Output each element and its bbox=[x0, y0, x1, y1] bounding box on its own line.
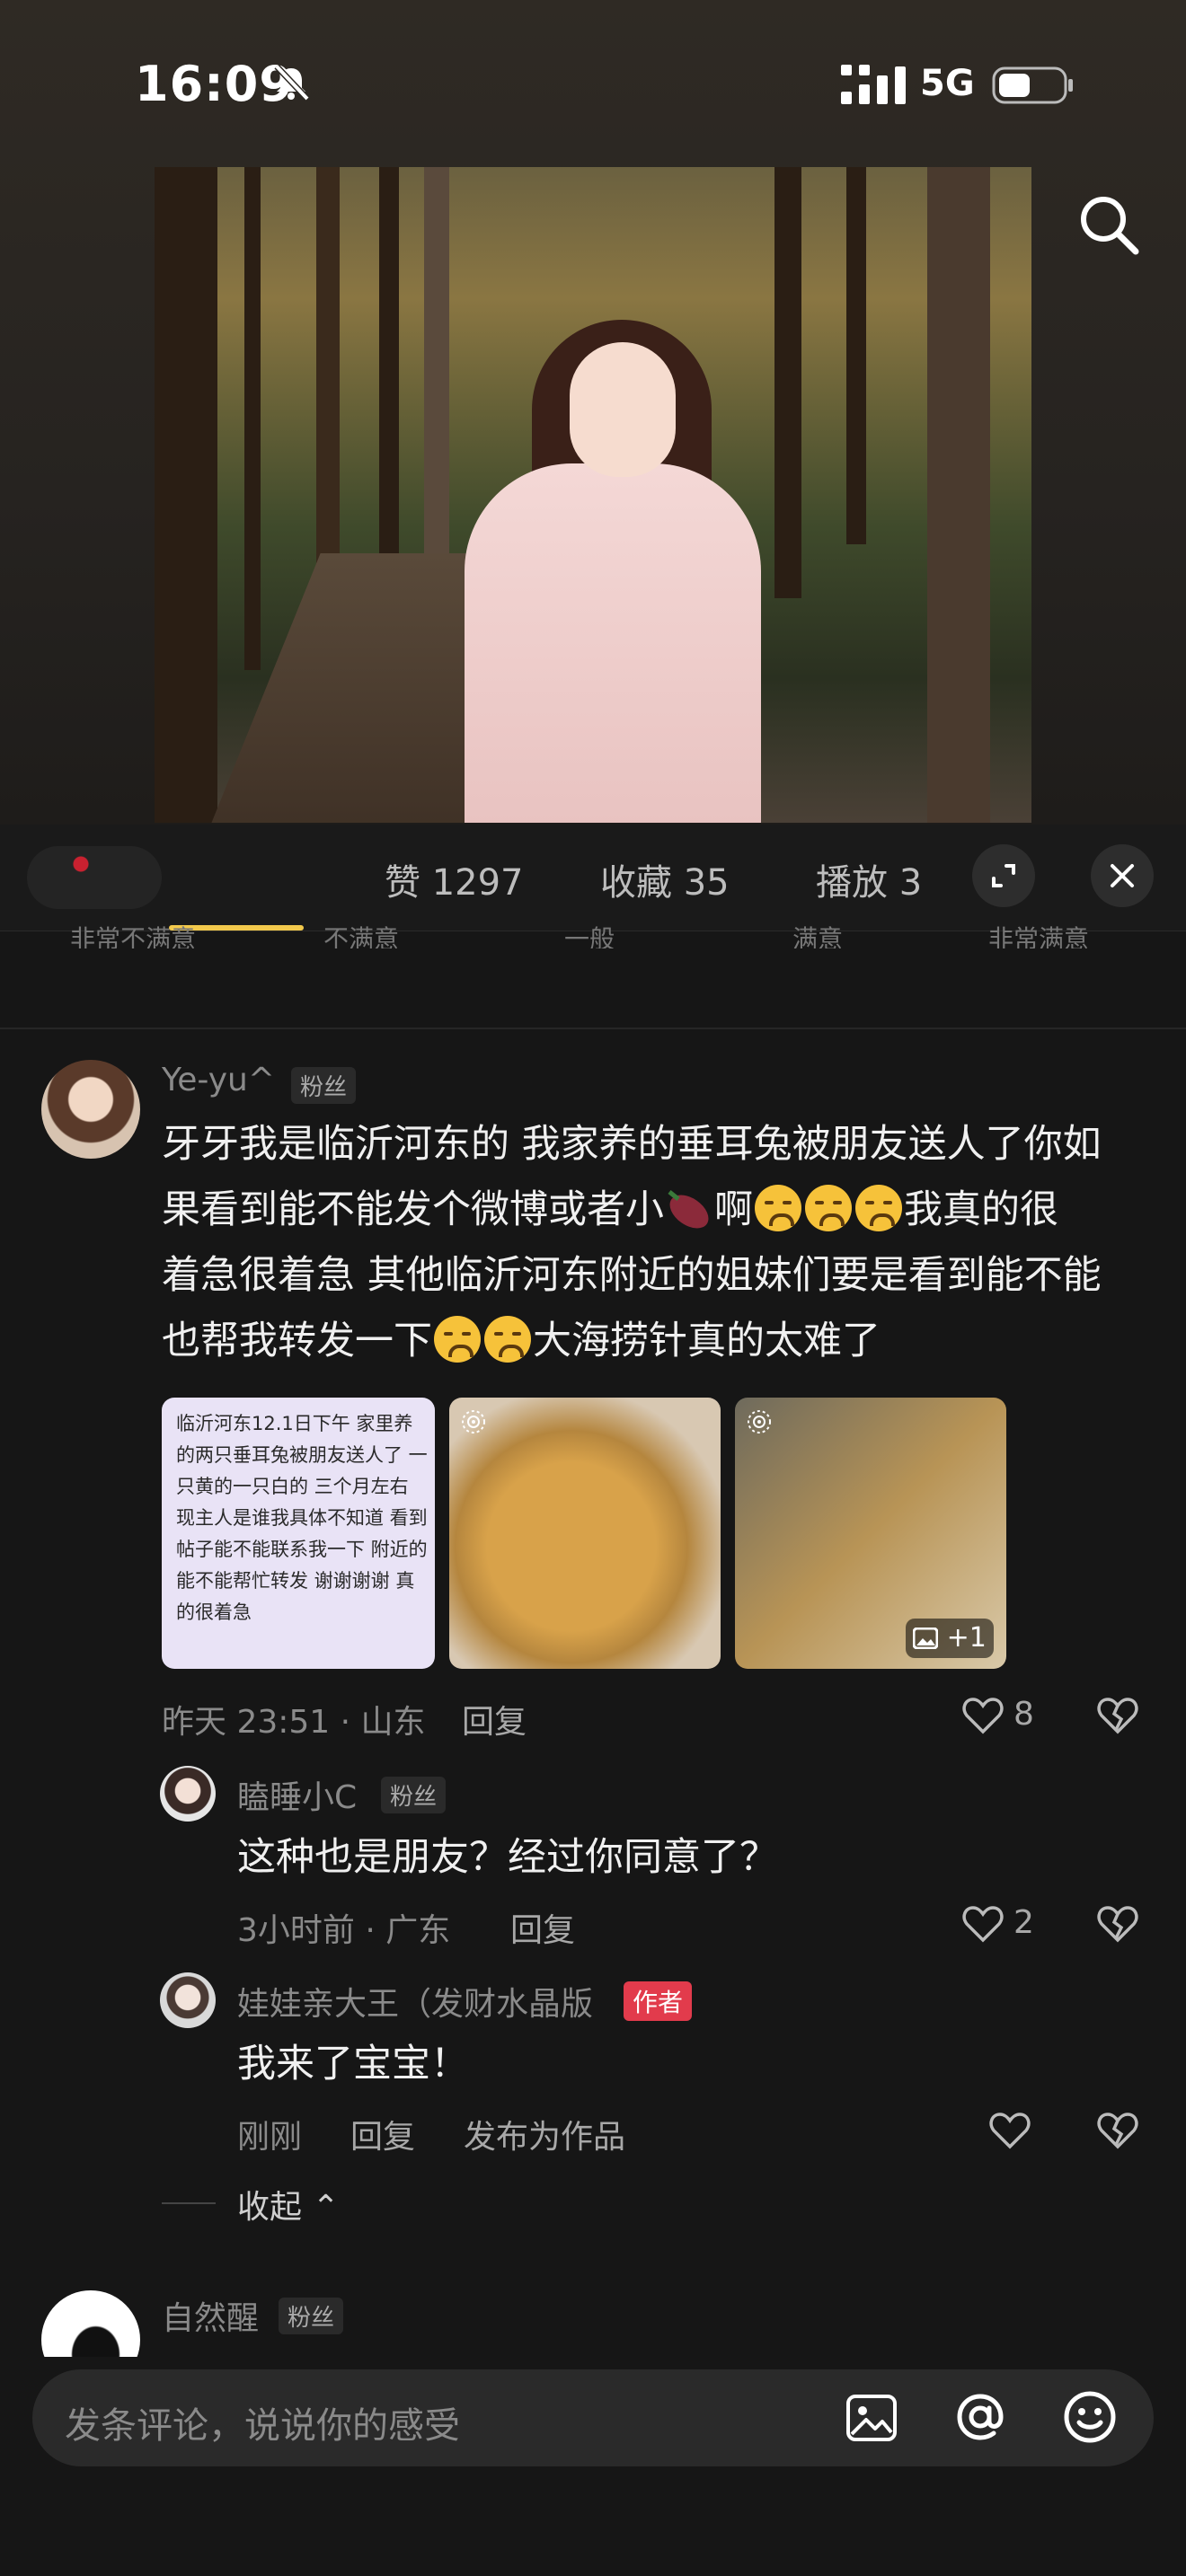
heart-icon[interactable] bbox=[961, 1902, 1005, 1945]
divider bbox=[162, 2202, 216, 2204]
more-images-badge[interactable]: +1 bbox=[906, 1619, 994, 1658]
mute-icon bbox=[274, 64, 310, 101]
comment-image[interactable] bbox=[449, 1398, 721, 1669]
close-button[interactable] bbox=[1091, 844, 1154, 907]
comment-username[interactable]: 娃娃亲大王（发财水晶版 bbox=[237, 1978, 593, 2025]
plays-count[interactable]: 播放 3 bbox=[816, 853, 922, 905]
heart-icon[interactable] bbox=[961, 1694, 1005, 1737]
comment-username[interactable]: Ye-yu^ bbox=[162, 1062, 275, 1098]
live-photo-icon bbox=[748, 1410, 771, 1434]
comment-text: 这种也是朋友？经过你同意了？ bbox=[237, 1835, 778, 1880]
fan-badge: 粉丝 bbox=[279, 2298, 344, 2334]
comment-username[interactable]: 自然醒 bbox=[162, 2292, 259, 2339]
close-icon bbox=[1111, 864, 1134, 887]
fan-badge: 粉丝 bbox=[291, 1067, 357, 1104]
battery-icon bbox=[992, 66, 1073, 104]
rating-option[interactable]: 一般 bbox=[564, 922, 615, 948]
rating-option[interactable]: 不满意 bbox=[323, 922, 399, 948]
crying-emoji-icon bbox=[805, 1185, 852, 1231]
live-photo-icon bbox=[462, 1410, 485, 1434]
comment-meta: 昨天 23:51 · 山东 bbox=[162, 1704, 426, 1741]
broken-heart-icon[interactable] bbox=[1096, 2109, 1139, 2152]
collapse-replies-button[interactable]: 收起 ⌃ bbox=[237, 2181, 340, 2228]
avatar[interactable] bbox=[41, 1060, 140, 1159]
favorites-count[interactable]: 收藏 35 bbox=[600, 853, 730, 905]
sweet-potato-icon bbox=[668, 1190, 709, 1229]
image-icon[interactable] bbox=[845, 2391, 898, 2445]
comment-meta: 3小时前 · 广东 bbox=[237, 1912, 451, 1949]
image-icon bbox=[912, 1627, 939, 1650]
like-count: 8 bbox=[1013, 1696, 1034, 1733]
comment-meta: 刚刚 bbox=[237, 2119, 303, 2156]
at-icon[interactable] bbox=[951, 2387, 1010, 2447]
reply-button[interactable]: 回复 bbox=[510, 1904, 575, 1951]
rating-option[interactable]: 非常满意 bbox=[988, 922, 1089, 948]
expand-button[interactable] bbox=[972, 844, 1035, 907]
emoji-icon[interactable] bbox=[1060, 2387, 1120, 2447]
comment-username[interactable]: 瞌睡小C bbox=[237, 1771, 357, 1818]
status-time: 16:09 bbox=[135, 56, 294, 112]
avatar[interactable] bbox=[160, 1766, 216, 1822]
post-photo[interactable] bbox=[155, 167, 1031, 823]
broken-heart-icon[interactable] bbox=[1096, 1694, 1139, 1737]
rating-option[interactable]: 满意 bbox=[792, 922, 843, 948]
author-tab[interactable] bbox=[27, 846, 162, 909]
comment-input-placeholder[interactable]: 发条评论，说说你的感受 bbox=[65, 2396, 460, 2448]
crying-emoji-icon bbox=[855, 1185, 902, 1231]
likes-count[interactable]: 赞 1297 bbox=[385, 853, 524, 905]
rating-option[interactable]: 非常不满意 bbox=[70, 922, 196, 948]
comment-image[interactable]: 临沂河东12.1日下午 家里养的两只垂耳兔被朋友送人了 一只黄的一只白的 三个月… bbox=[162, 1398, 435, 1669]
avatar[interactable] bbox=[160, 1972, 216, 2028]
reply-button[interactable]: 回复 bbox=[350, 2111, 415, 2157]
like-count: 2 bbox=[1013, 1904, 1034, 1941]
fan-badge: 粉丝 bbox=[381, 1777, 447, 1813]
reply-button[interactable]: 回复 bbox=[462, 1696, 527, 1742]
divider bbox=[0, 1028, 1186, 1029]
signal-icon bbox=[841, 65, 906, 104]
crying-emoji-icon bbox=[755, 1185, 801, 1231]
publish-as-work-button[interactable]: 发布为作品 bbox=[464, 2111, 625, 2157]
network-type: 5G bbox=[920, 63, 975, 104]
broken-heart-icon[interactable] bbox=[1096, 1902, 1139, 1945]
rating-row: 非常不满意 不满意 一般 满意 非常满意 bbox=[0, 922, 1186, 948]
search-icon[interactable] bbox=[1075, 190, 1143, 259]
crying-emoji-icon bbox=[434, 1316, 481, 1363]
author-badge: 作者 bbox=[624, 1981, 693, 2021]
crying-emoji-icon bbox=[484, 1316, 531, 1363]
heart-icon[interactable] bbox=[988, 2109, 1031, 2152]
comment-text: 牙牙我是临沂河东的 我家养的垂耳兔被朋友送人了你如 果看到能不能发个微博或者小啊… bbox=[162, 1122, 1102, 1363]
image-text: 临沂河东12.1日下午 家里养的两只垂耳兔被朋友送人了 一只黄的一只白的 三个月… bbox=[176, 1413, 428, 1623]
expand-icon bbox=[992, 864, 1015, 887]
comment-text: 我来了宝宝！ bbox=[237, 2042, 469, 2086]
